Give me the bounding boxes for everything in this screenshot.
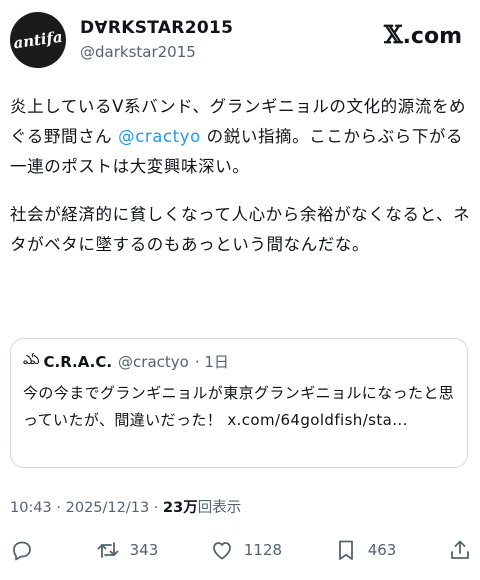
post-paragraph-2: 社会が経済的に貧しくなって人心から余裕がなくなると、ネタがベタに墜するのもあっと… (10, 205, 471, 254)
quote-link[interactable]: x.com/64goldfish/sta... (227, 411, 407, 429)
like-button[interactable]: 1128 (210, 538, 282, 562)
bookmark-count: 463 (367, 541, 397, 559)
bookmark-icon (338, 540, 353, 560)
x-com-logo: 𝕏.com (384, 20, 462, 49)
heart-icon (212, 542, 231, 560)
share-button[interactable] (448, 538, 472, 562)
quote-avatar-icon: ఎఏ (23, 352, 39, 368)
avatar[interactable]: antifa (6, 8, 70, 72)
quote-time: · 1日 (194, 353, 229, 371)
author-display-name[interactable]: D∀RKSTAR2015 (80, 18, 233, 38)
quoted-post[interactable]: ఎఏ C.R.A.C. @cractyo · 1日 今の今までグランギニョルが東京… (10, 338, 468, 468)
post-datetime[interactable]: 10:43 · 2025/12/13 · (10, 500, 163, 516)
mention-link[interactable]: @cractyo (118, 127, 201, 146)
author-handle[interactable]: @darkstar2015 (80, 43, 233, 61)
share-icon (451, 540, 469, 559)
bookmark-button[interactable]: 463 (334, 538, 397, 562)
repost-button[interactable]: 343 (96, 538, 159, 562)
avatar-logo: antifa (12, 27, 64, 53)
quote-author-handle: @cractyo (118, 352, 189, 371)
reply-button[interactable] (10, 538, 44, 562)
view-count: 23万 (163, 500, 198, 516)
x-logo-icon: 𝕏 (383, 20, 403, 49)
post-paragraph-1: 炎上しているV系バンド、グランギニョルの文化的源流をめぐる野間さん @cract… (10, 92, 472, 182)
views-label: 回表示 (197, 500, 242, 516)
post-body: 炎上しているV系バンド、グランギニョルの文化的源流をめぐる野間さん @cract… (10, 92, 472, 278)
post-meta: 10:43 · 2025/12/13 · 23万回表示 (10, 496, 241, 517)
repost-count: 343 (129, 541, 159, 559)
quote-text: 今の今までグランギニョルが東京グランギニョルになったと思っていたが、間違いだった… (23, 380, 455, 434)
action-bar: 343 1128 463 (10, 532, 472, 568)
quote-author-name: C.R.A.C. (43, 352, 113, 371)
reply-icon (13, 541, 31, 561)
author-names: D∀RKSTAR2015 @darkstar2015 (80, 18, 233, 61)
brand-text: .com (402, 24, 462, 49)
like-count: 1128 (243, 541, 283, 559)
repost-icon (97, 542, 119, 558)
quote-header: ఎఏ C.R.A.C. @cractyo · 1日 (23, 351, 455, 372)
post-header: antifa D∀RKSTAR2015 @darkstar2015 𝕏.com (6, 8, 462, 72)
